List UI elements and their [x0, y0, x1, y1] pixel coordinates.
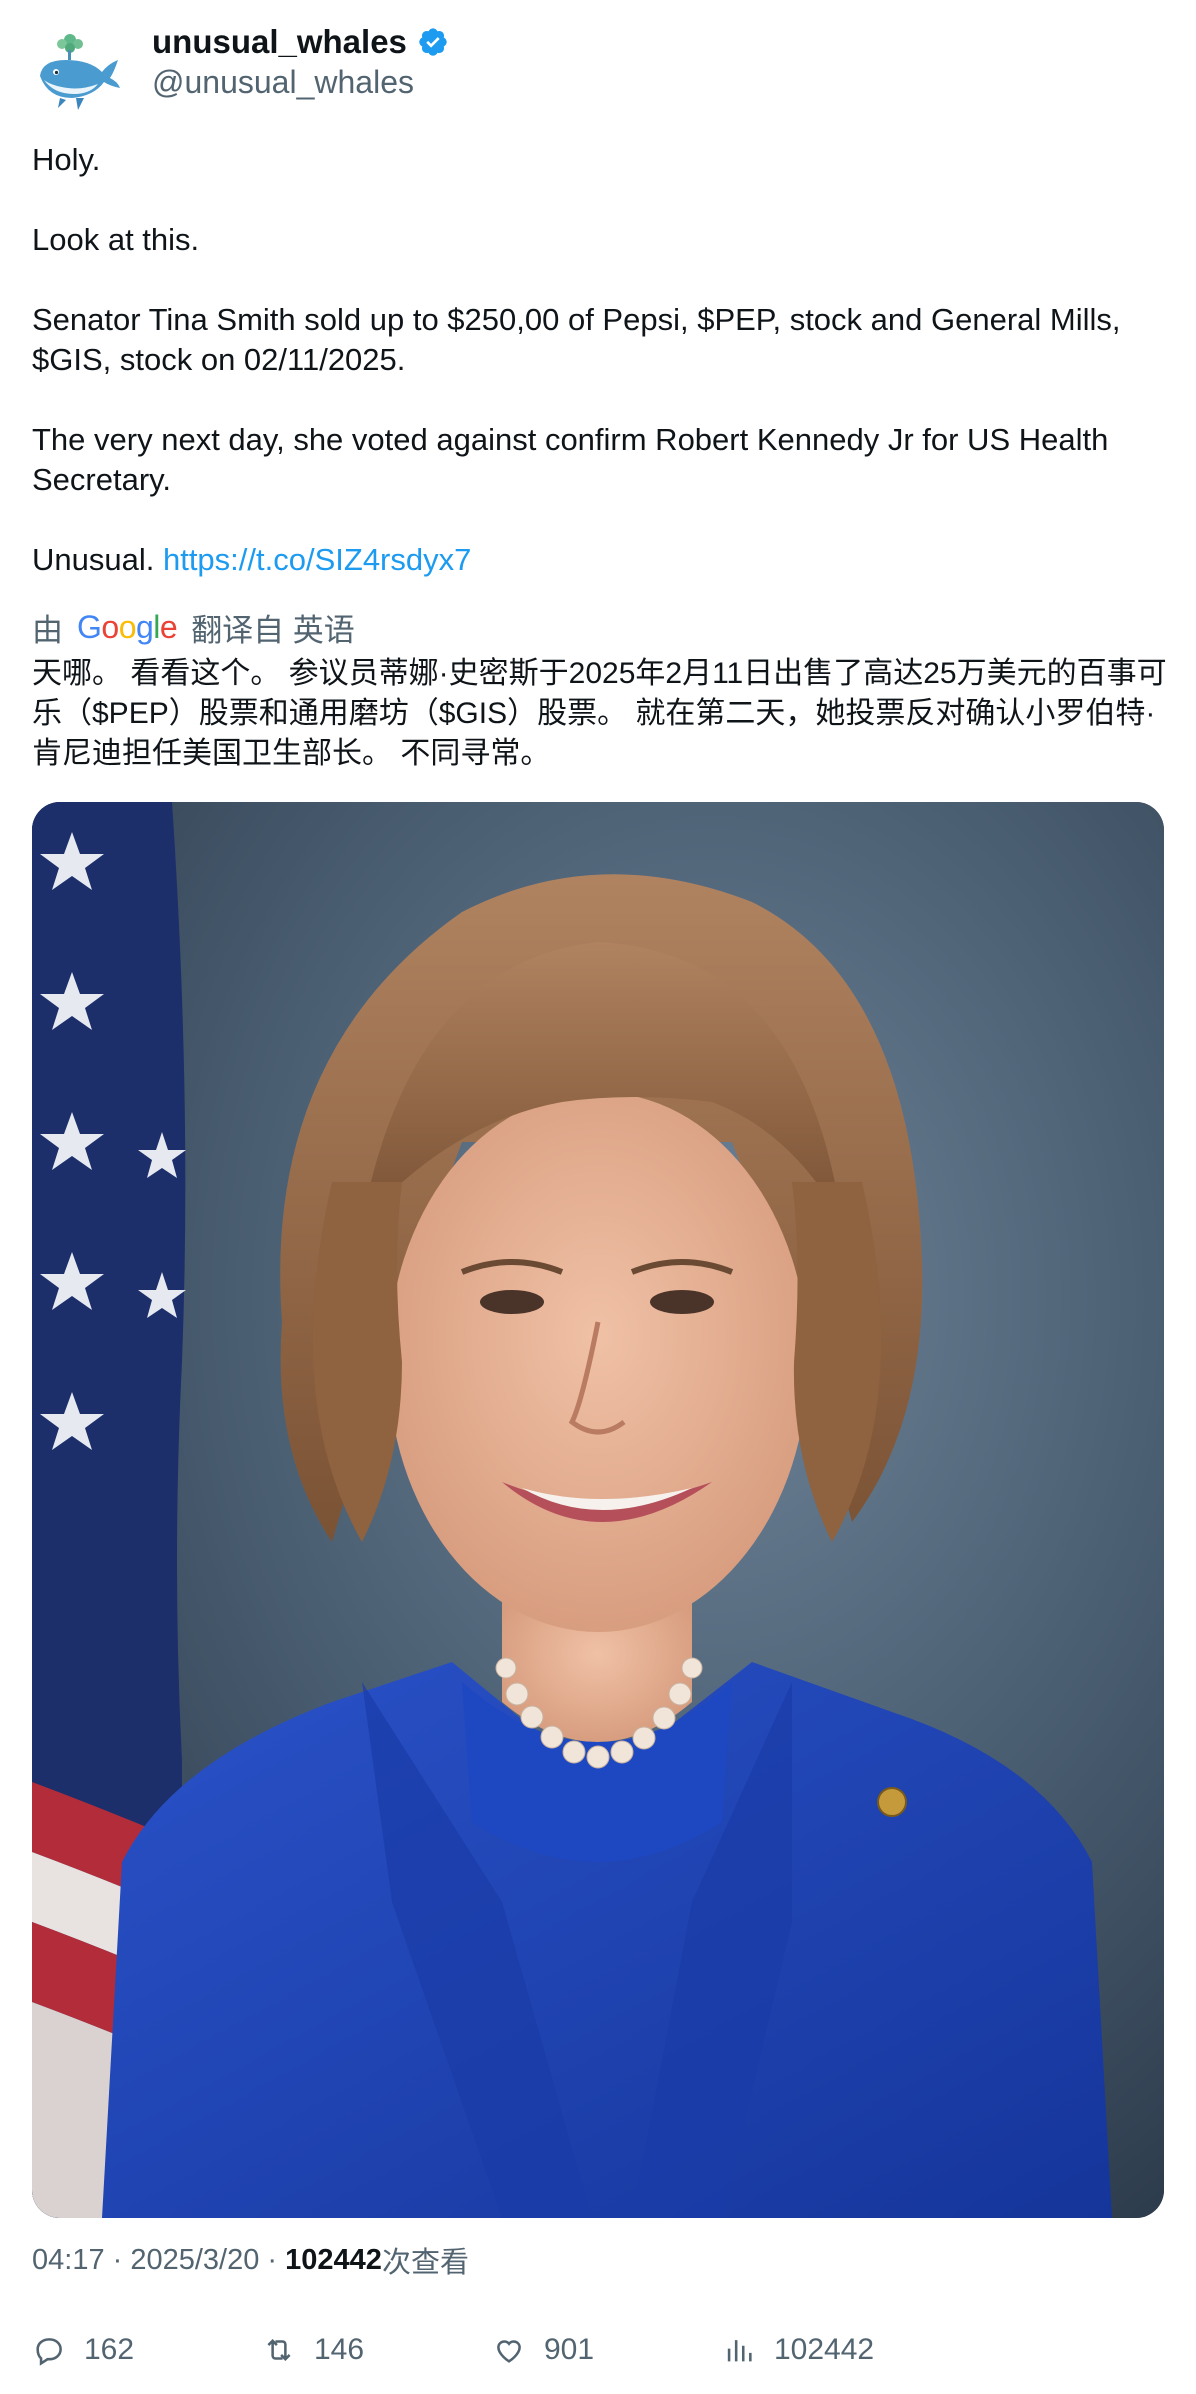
view-count: 102442	[285, 2243, 382, 2276]
google-logo: Google	[77, 608, 178, 645]
translation-attribution[interactable]: 由 Google 翻译自 英语	[32, 607, 355, 648]
whale-logo-icon	[32, 24, 124, 116]
like-button[interactable]: 901	[492, 2333, 594, 2367]
like-count: 901	[544, 2333, 595, 2366]
retweet-count: 146	[314, 2333, 365, 2366]
tweet-line-3: Senator Tina Smith sold up to $250,00 of…	[32, 302, 1121, 377]
translated-from-label: 翻译自 英语	[191, 612, 355, 648]
retweet-button[interactable]: 146	[262, 2333, 364, 2367]
translated-by-label: 由	[32, 612, 63, 648]
tweet-link[interactable]: https://t.co/SIZ4rsdyx7	[163, 542, 471, 577]
reply-count: 162	[84, 2333, 135, 2366]
views-count: 102442	[774, 2333, 875, 2366]
meta-separator: ·	[259, 2243, 286, 2276]
tweet-line-5: Unusual. https://t.co/SIZ4rsdyx7	[32, 540, 1167, 580]
tweet-photo[interactable]	[32, 802, 1164, 2218]
retweet-icon	[267, 2338, 291, 2362]
reply-button[interactable]: 162	[32, 2333, 134, 2367]
like-icon	[497, 2340, 521, 2363]
tweet-line-4: The very next day, she voted against con…	[32, 422, 1109, 497]
tweet-line-1: Holy.	[32, 142, 101, 177]
senator-portrait-image	[32, 802, 1164, 2218]
views-icon	[727, 2340, 752, 2362]
tweet-meta: 04:17 · 2025/3/20 · 102442 次查看	[32, 2240, 469, 2280]
translated-text: 天哪。 看看这个。 参议员蒂娜·史密斯于2025年2月11日出售了高达25万美元…	[32, 657, 1167, 770]
views-suffix: 次查看	[381, 2247, 469, 2279]
author-avatar[interactable]	[32, 24, 124, 116]
reply-icon	[36, 2338, 62, 2366]
author-name-row[interactable]: unusual_whales	[152, 22, 449, 62]
meta-separator: ·	[104, 2243, 131, 2276]
tweet-time[interactable]: 04:17	[32, 2244, 105, 2277]
tweet-date[interactable]: 2025/3/20	[130, 2244, 259, 2277]
tweet-line-5-prefix: Unusual.	[32, 542, 163, 577]
views-button[interactable]: 102442	[722, 2333, 874, 2367]
tweet-text: Holy. Look at this. Senator Tina Smith s…	[32, 140, 1167, 580]
author-handle[interactable]: @unusual_whales	[152, 64, 414, 101]
verified-badge-icon	[417, 26, 449, 58]
tweet-line-2: Look at this.	[32, 222, 200, 257]
author-display-name[interactable]: unusual_whales	[152, 23, 407, 61]
tweet-container: unusual_whales @unusual_whales Holy. Loo…	[0, 0, 1196, 2394]
